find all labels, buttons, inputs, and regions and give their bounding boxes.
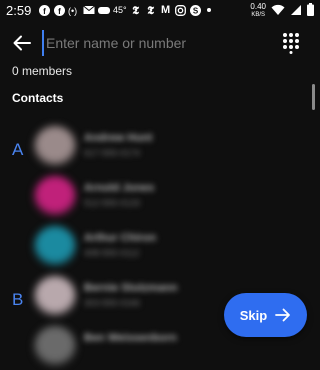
notification-icons: f f (•) 45° 𝕿 𝕿 M S: [38, 4, 213, 16]
contacts-heading: Contacts: [12, 91, 64, 105]
svg-text:S: S: [193, 6, 199, 15]
system-icons: 0.40 KB/S: [250, 3, 314, 19]
back-button[interactable]: [10, 31, 34, 55]
shazam-icon: S: [190, 4, 202, 16]
net-speed-unit: KB/S: [251, 12, 266, 18]
dialpad-icon: [283, 33, 299, 54]
avatar: [34, 126, 76, 168]
avatar: [34, 226, 76, 268]
section-letter: A: [12, 140, 24, 159]
contact-number: 512-555-0133: [84, 198, 141, 208]
contact-number: 617-555-0174: [84, 148, 141, 158]
nyt-icon: 𝕿: [132, 3, 139, 17]
game-icon: [98, 4, 110, 16]
scrollbar[interactable]: [312, 84, 315, 110]
contact-name: Andrew Hunt: [84, 132, 153, 144]
email-icon: [83, 4, 95, 16]
skip-button[interactable]: Skip: [224, 293, 307, 337]
contact-number: 408-555-0112: [84, 248, 140, 258]
contact-name: Bernie Stutzmann: [84, 282, 178, 294]
signal-icon: [290, 4, 302, 19]
contact-row[interactable]: Arnold Jones 512-555-0133: [34, 176, 234, 220]
net-speed-value: 0.40: [250, 2, 266, 11]
facebook-icon: f: [38, 4, 50, 16]
avatar: [34, 176, 76, 218]
contact-row[interactable]: Andrew Hunt 617-555-0174: [34, 126, 234, 170]
contact-name: Arthur Chiron: [84, 232, 157, 244]
wifi-icon: [271, 4, 285, 19]
contact-row[interactable]: Ben Weissenborn: [34, 326, 234, 370]
section-letter: B: [12, 290, 24, 309]
instagram-icon: [175, 4, 187, 16]
members-count: 0 members: [12, 64, 73, 78]
facebook-icon: f: [53, 4, 65, 16]
gmail-icon: M: [161, 3, 171, 16]
app-bar: [0, 22, 320, 64]
status-time: 2:59: [6, 3, 32, 18]
avatar: [34, 326, 76, 368]
temperature-text: 45°: [113, 4, 127, 15]
search-input[interactable]: [42, 30, 276, 56]
status-bar: 2:59 f f (•) 45° 𝕿 𝕿 M S 0.40 KB/S: [0, 0, 320, 22]
arrow-left-icon: [13, 35, 31, 51]
skip-label: Skip: [239, 307, 268, 323]
svg-text:f: f: [58, 7, 61, 16]
contact-name: Arnold Jones: [84, 182, 155, 194]
arrow-right-icon: [275, 308, 291, 322]
dialpad-button[interactable]: [282, 32, 300, 54]
contact-row[interactable]: Arthur Chiron 408-555-0112: [34, 226, 234, 270]
contact-row[interactable]: Bernie Stutzmann 303-555-0166: [34, 276, 234, 320]
avatar: [34, 276, 76, 318]
podcast-icon: (•): [68, 4, 80, 16]
nyt-icon: 𝕿: [147, 3, 154, 17]
contact-name: Ben Weissenborn: [84, 332, 177, 344]
svg-text:f: f: [43, 7, 46, 16]
svg-text:(•): (•): [68, 6, 77, 16]
net-speed: 0.40 KB/S: [250, 3, 266, 19]
dot-icon: [205, 4, 213, 16]
contact-number: 303-555-0166: [84, 298, 141, 308]
battery-icon: [307, 3, 314, 19]
